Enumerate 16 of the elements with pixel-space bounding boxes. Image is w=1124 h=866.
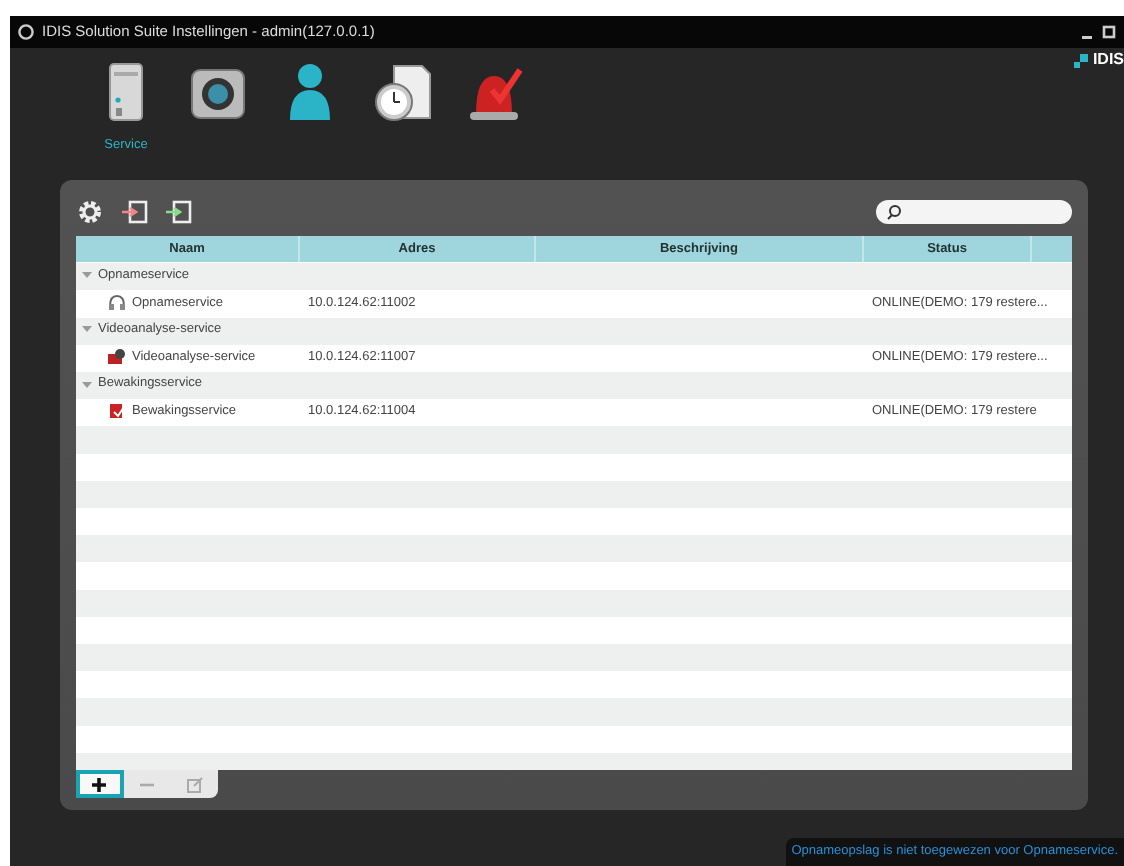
clock-document-icon[interactable] (370, 60, 434, 124)
export-icon[interactable] (164, 198, 192, 226)
camera-figure-icon (108, 348, 126, 367)
edit-icon (185, 775, 204, 793)
headset-icon (108, 293, 126, 312)
logo-text: IDIS (1092, 48, 1124, 72)
add-button[interactable] (76, 770, 124, 798)
gear-settings-icon[interactable] (76, 198, 104, 226)
app-icon (18, 24, 34, 40)
import-icon[interactable] (120, 198, 148, 226)
search-icon (886, 204, 902, 220)
plus-icon (90, 775, 109, 793)
search-field[interactable] (876, 200, 1072, 224)
maximize-icon[interactable] (1102, 24, 1116, 40)
alert-document-icon (108, 402, 126, 421)
logo-mark-icon (1074, 53, 1089, 67)
